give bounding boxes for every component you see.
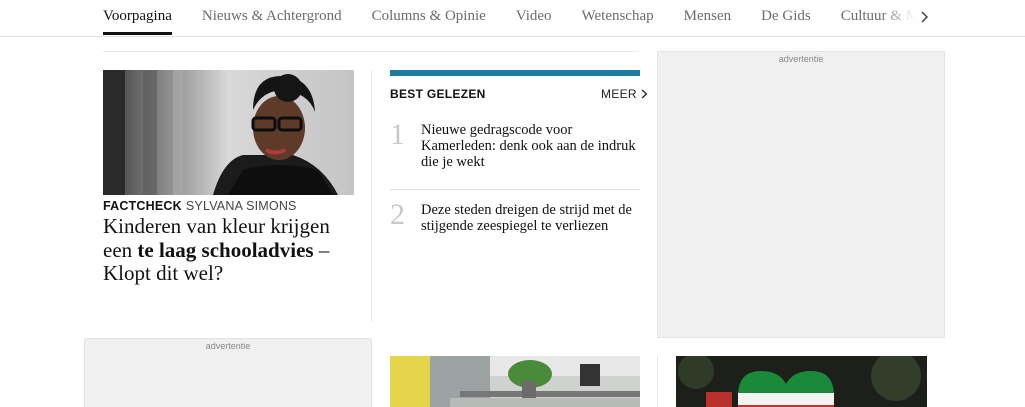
advertisement-right[interactable]: advertentie	[657, 51, 945, 338]
tab-de-gids[interactable]: De Gids	[761, 0, 811, 37]
chevron-right-icon[interactable]	[915, 8, 933, 26]
tab-mensen[interactable]: Mensen	[684, 0, 732, 37]
article-thumbnail-office[interactable]	[390, 356, 640, 407]
headline-bold: te laag schooladvies	[137, 237, 314, 262]
best-gelezen-title: BEST GELEZEN	[390, 87, 486, 101]
tab-voorpagina[interactable]: Voorpagina	[103, 0, 172, 37]
content-top-divider	[103, 51, 639, 52]
advertisement-bottom-left[interactable]: advertentie	[84, 338, 372, 407]
nav-tabs: Voorpagina Nieuws & Achtergrond Columns & …	[103, 0, 915, 37]
section-nav: Voorpagina Nieuws & Achtergrond Columns & …	[0, 0, 1025, 37]
article-thumbnail-heart[interactable]	[676, 356, 927, 407]
feature-kicker[interactable]: FACTCHECK	[103, 199, 182, 213]
best-gelezen-text: Deze steden dreigen de strijd met de sti…	[421, 202, 632, 234]
ad-label: advertentie	[205, 341, 251, 351]
best-gelezen-more-link[interactable]: MEER	[601, 87, 648, 101]
tab-wetenschap[interactable]: Wetenschap	[582, 0, 654, 37]
best-gelezen-text: Nieuwe gedragscode voor Kamerleden: denk…	[421, 122, 636, 170]
best-gelezen-rank: 2	[390, 198, 405, 231]
chevron-right-icon	[641, 89, 647, 99]
best-gelezen-rank: 1	[390, 118, 405, 151]
best-gelezen-accent-bar	[390, 70, 640, 76]
feature-meta: FACTCHECK SYLVANA SIMONS	[103, 199, 297, 213]
best-gelezen-divider	[390, 189, 640, 190]
tab-columns-opinie[interactable]: Columns & Opinie	[372, 0, 486, 37]
column-divider	[657, 356, 658, 407]
tab-video[interactable]: Video	[516, 0, 552, 37]
tab-nieuws-achtergrond[interactable]: Nieuws & Achtergrond	[202, 0, 342, 37]
nav-fade	[880, 0, 915, 36]
feature-article-image[interactable]	[103, 70, 354, 195]
more-label: MEER	[601, 87, 637, 101]
ad-label: advertentie	[778, 54, 824, 64]
feature-author: SYLVANA SIMONS	[185, 199, 297, 213]
feature-headline[interactable]: Kinderen van kleur krijgen een te laag s…	[103, 214, 363, 286]
best-gelezen-item[interactable]: 2 Deze steden dreigen de strijd met de s…	[390, 200, 640, 260]
column-divider	[371, 70, 372, 322]
best-gelezen-item[interactable]: 1 Nieuwe gedragscode voor Kamerleden: de…	[390, 120, 640, 180]
